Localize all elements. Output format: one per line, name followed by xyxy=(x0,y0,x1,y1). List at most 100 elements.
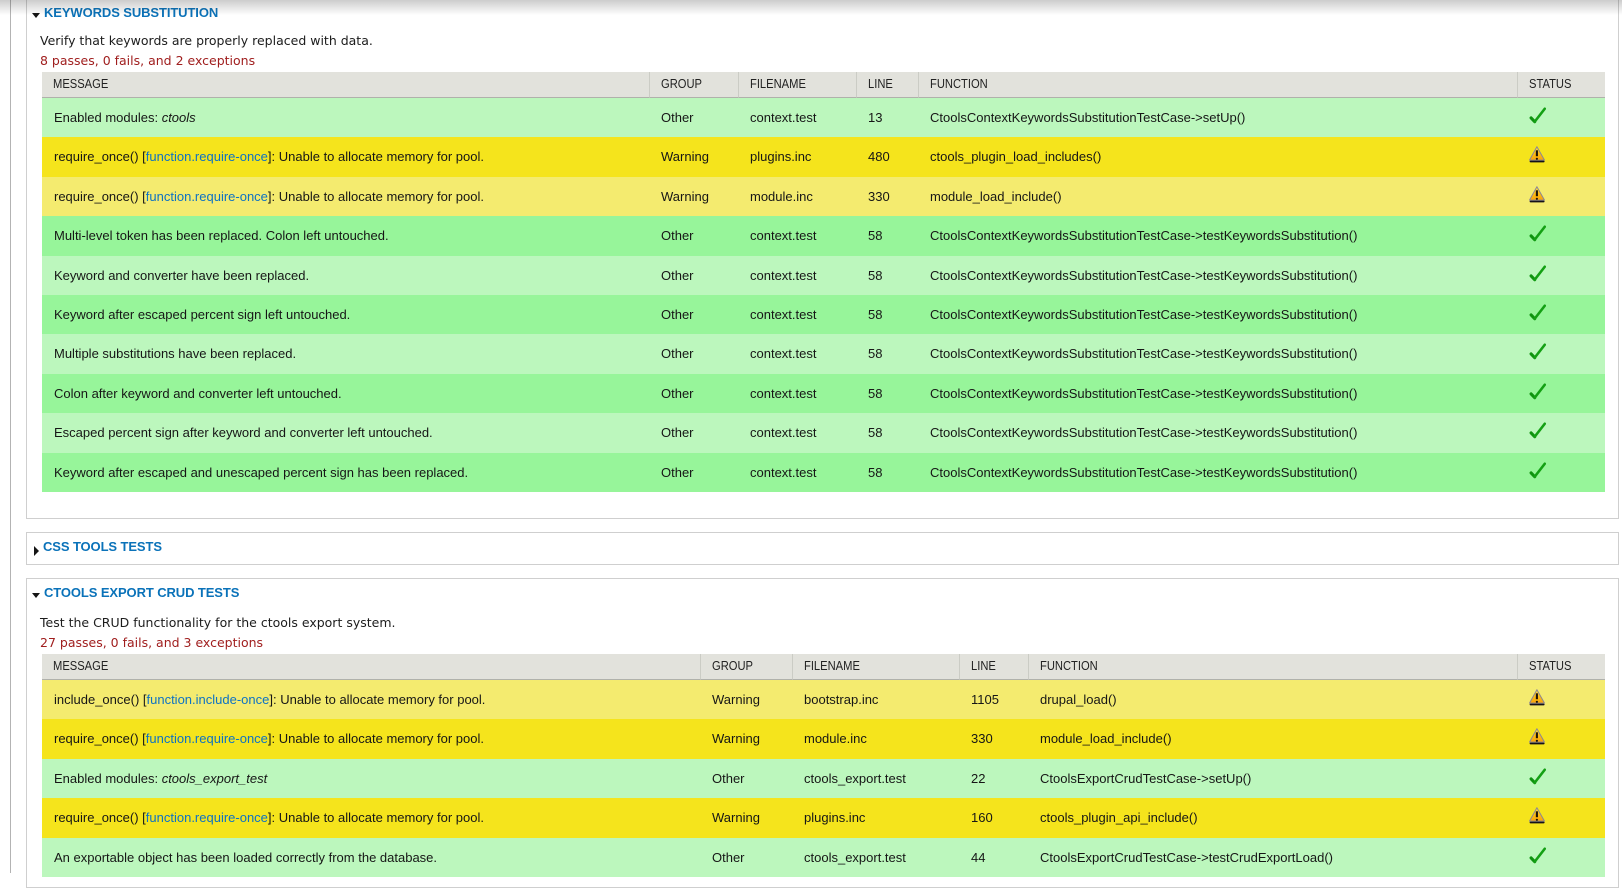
group-cell: Other xyxy=(649,295,738,335)
column-header-status: STATUS xyxy=(1517,654,1605,680)
message-cell: Keyword and converter have been replaced… xyxy=(42,255,649,296)
function-cell: CtoolsContextKeywordsSubstitutionTestCas… xyxy=(918,98,1517,138)
test-description: Verify that keywords are properly replac… xyxy=(40,33,373,48)
message-link[interactable]: function.require-once xyxy=(146,149,268,164)
warning-icon xyxy=(1529,728,1545,745)
function-cell: ctools_plugin_load_includes() xyxy=(918,137,1517,177)
message-cell: Escaped percent sign after keyword and c… xyxy=(42,413,649,453)
fieldset-legend: CTOOLS EXPORT CRUD TESTS xyxy=(32,585,239,601)
column-header-filename: FILENAME xyxy=(792,654,959,680)
result-row: include_once() [function.include-once]: … xyxy=(42,680,1605,720)
result-row: Multi-level token has been replaced. Col… xyxy=(42,216,1605,256)
line-cell: 58 xyxy=(856,413,918,453)
group-cell: Warning xyxy=(649,137,738,177)
group-cell: Warning xyxy=(700,798,792,838)
message-text: require_once() [ xyxy=(54,149,146,165)
message-text: Multi-level token has been replaced. Col… xyxy=(54,228,389,244)
message-cell: include_once() [function.include-once]: … xyxy=(42,680,700,720)
result-row: Enabled modules: ctools Other context.test… xyxy=(42,98,1605,138)
message-cell: require_once() [function.require-once]: … xyxy=(42,798,700,838)
column-header-function: FUNCTION xyxy=(1028,654,1517,680)
header-row: MESSAGE GROUP FILENAME LINE FUNCTION STATUS xyxy=(42,654,1605,680)
group-cell: Other xyxy=(649,413,738,453)
function-cell: CtoolsExportCrudTestCase->testCrudExport… xyxy=(1028,837,1517,878)
message-cell: Multi-level token has been replaced. Col… xyxy=(42,216,649,256)
function-cell: CtoolsContextKeywordsSubstitutionTestCas… xyxy=(918,413,1517,453)
line-cell: 58 xyxy=(856,373,918,414)
status-cell xyxy=(1517,837,1605,878)
line-cell: 480 xyxy=(856,137,918,177)
function-cell: CtoolsExportCrudTestCase->setUp() xyxy=(1028,758,1517,799)
fieldset-legend: KEYWORDS SUBSTITUTION xyxy=(32,5,218,21)
fieldset-ctools-export-crud-tests: CTOOLS EXPORT CRUD TESTS Test the CRUD fu… xyxy=(26,578,1619,888)
message-cell: Colon after keyword and converter left u… xyxy=(42,373,649,414)
fieldset-legend: CSS TOOLS TESTS xyxy=(32,539,162,556)
line-cell: 58 xyxy=(856,255,918,296)
message-text: An exportable object has been loaded cor… xyxy=(54,849,438,865)
group-cell: Other xyxy=(649,216,738,256)
header-row: MESSAGE GROUP FILENAME LINE FUNCTION STATUS xyxy=(42,72,1605,98)
group-cell: Other xyxy=(700,837,792,878)
pass-icon xyxy=(1529,225,1546,242)
message-text: ]: Unable to allocate memory for pool. xyxy=(267,810,484,826)
message-link[interactable]: function.require-once xyxy=(146,189,268,204)
test-description: Test the CRUD functionality for the ctoo… xyxy=(40,615,396,630)
message-emphasis: ctools xyxy=(161,110,196,125)
message-link[interactable]: function.include-once xyxy=(147,692,270,707)
message-text: Keyword after escaped percent sign left … xyxy=(54,307,351,323)
filename-cell: context.test xyxy=(738,452,856,493)
column-header-label: GROUP xyxy=(712,658,753,673)
message-link[interactable]: function.require-once xyxy=(146,731,268,746)
status-cell xyxy=(1517,758,1605,799)
message-text: ]: Unable to allocate memory for pool. xyxy=(269,692,486,707)
results-table: MESSAGE GROUP FILENAME LINE FUNCTION STATUS En… xyxy=(42,72,1605,493)
pass-icon xyxy=(1529,343,1546,360)
column-header-label: MESSAGE xyxy=(53,76,109,91)
message-text: require_once() [ xyxy=(54,731,146,747)
message-text: Escaped percent sign after keyword and c… xyxy=(54,425,433,441)
line-cell: 13 xyxy=(856,98,918,138)
line-cell: 22 xyxy=(959,758,1028,799)
function-cell: CtoolsContextKeywordsSubstitutionTestCas… xyxy=(918,452,1517,493)
message-cell: Keyword after escaped percent sign left … xyxy=(42,295,649,335)
status-cell xyxy=(1517,680,1605,720)
fieldset-title-link[interactable]: CTOOLS EXPORT CRUD TESTS xyxy=(44,585,239,601)
pass-icon xyxy=(1529,462,1546,478)
filename-cell: ctools_export.test xyxy=(792,758,959,799)
column-header-line: LINE xyxy=(959,654,1028,680)
result-row: require_once() [function.require-once]: … xyxy=(42,798,1605,838)
fieldset-title-link[interactable]: KEYWORDS SUBSTITUTION xyxy=(44,5,218,21)
fieldset-title-link[interactable]: CSS TOOLS TESTS xyxy=(43,539,162,555)
filename-cell: module.inc xyxy=(792,719,959,759)
function-cell: module_load_include() xyxy=(1028,719,1517,759)
result-row: Keyword after escaped and unescaped perc… xyxy=(42,452,1605,493)
status-cell xyxy=(1517,452,1605,493)
warning-icon xyxy=(1529,146,1545,163)
result-row: require_once() [function.require-once]: … xyxy=(42,719,1605,759)
content-left-border xyxy=(10,0,11,873)
pass-icon xyxy=(1529,422,1546,439)
result-row: require_once() [function.require-once]: … xyxy=(42,176,1605,217)
status-cell xyxy=(1517,176,1605,217)
column-header-label: FILENAME xyxy=(750,76,806,91)
filename-cell: context.test xyxy=(738,295,856,335)
pass-icon xyxy=(1529,265,1546,281)
line-cell: 330 xyxy=(959,719,1028,759)
result-row: Keyword and converter have been replaced… xyxy=(42,255,1605,296)
result-row: Colon after keyword and converter left u… xyxy=(42,373,1605,414)
status-cell xyxy=(1517,216,1605,256)
group-cell: Other xyxy=(649,98,738,138)
column-header-status: STATUS xyxy=(1517,72,1605,98)
message-link[interactable]: function.require-once xyxy=(146,810,268,825)
filename-cell: context.test xyxy=(738,334,856,374)
line-cell: 58 xyxy=(856,452,918,493)
results-table: MESSAGE GROUP FILENAME LINE FUNCTION STATUS in… xyxy=(42,654,1605,878)
function-cell: drupal_load() xyxy=(1028,680,1517,720)
warning-icon xyxy=(1529,186,1545,203)
line-cell: 58 xyxy=(856,295,918,335)
status-cell xyxy=(1517,719,1605,759)
column-header-message: MESSAGE xyxy=(42,72,649,98)
column-header-label: LINE xyxy=(868,76,893,91)
column-header-filename: FILENAME xyxy=(738,72,856,98)
filename-cell: plugins.inc xyxy=(738,137,856,177)
